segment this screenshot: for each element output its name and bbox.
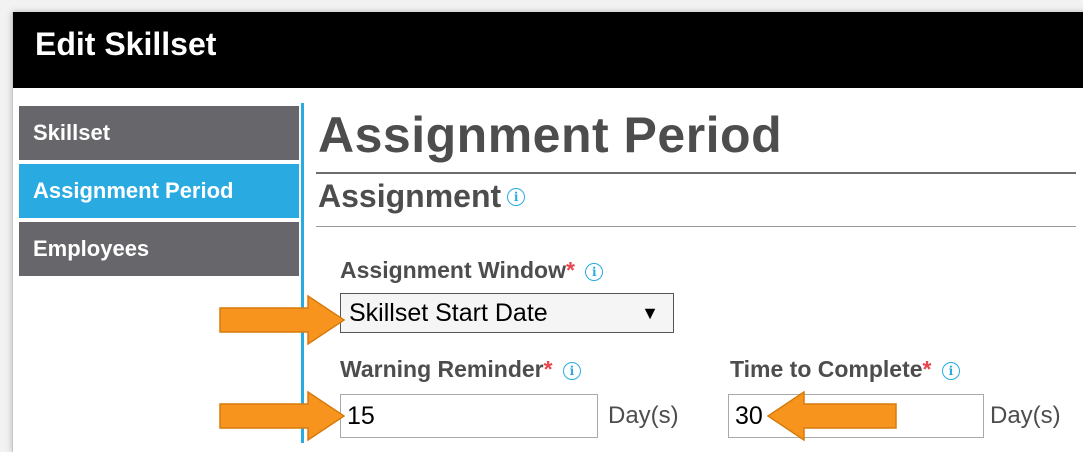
annotation-arrow-icon	[219, 390, 346, 442]
required-marker: *	[922, 356, 932, 382]
assignment-window-selected: Skillset Start Date	[349, 299, 548, 327]
required-marker: *	[543, 356, 553, 382]
sidebar-item-assignment-period[interactable]: Assignment Period	[19, 164, 299, 218]
section-title: Assignment i	[318, 178, 526, 215]
info-icon[interactable]: i	[941, 361, 960, 380]
annotation-arrow-icon	[219, 294, 346, 346]
sidebar-item-employees[interactable]: Employees	[19, 222, 299, 276]
page-title: Assignment Period	[318, 107, 783, 163]
section-title-text: Assignment	[318, 178, 502, 214]
assignment-window-label: Assignment Window* i	[340, 257, 604, 284]
time-to-complete-label-text: Time to Complete	[730, 356, 923, 382]
required-marker: *	[565, 257, 575, 283]
triangle-down-icon: ▼	[641, 303, 659, 323]
time-to-complete-unit: Day(s)	[990, 402, 1061, 429]
warning-reminder-label: Warning Reminder* i	[340, 356, 581, 383]
sidebar-nav: Skillset Assignment Period Employees	[19, 106, 299, 280]
time-to-complete-label: Time to Complete* i	[730, 356, 960, 383]
title-bar: Edit Skillset	[13, 12, 1083, 88]
section-divider	[316, 226, 1076, 227]
info-icon[interactable]: i	[562, 361, 581, 380]
dialog-title: Edit Skillset	[35, 26, 217, 62]
warning-reminder-label-text: Warning Reminder	[340, 356, 544, 382]
warning-reminder-unit: Day(s)	[608, 402, 679, 429]
main-panel: Assignment Period Assignment i Assignment…	[316, 100, 1083, 440]
warning-reminder-input[interactable]: 15	[340, 394, 598, 438]
sidebar-item-skillset[interactable]: Skillset	[19, 106, 299, 160]
assignment-window-label-text: Assignment Window	[340, 257, 566, 283]
assignment-window-select[interactable]: Skillset Start Date ▼	[340, 293, 674, 333]
annotation-arrow-left-icon	[766, 390, 897, 442]
info-icon[interactable]: i	[507, 187, 526, 206]
title-divider	[316, 172, 1076, 174]
info-icon[interactable]: i	[585, 262, 604, 281]
